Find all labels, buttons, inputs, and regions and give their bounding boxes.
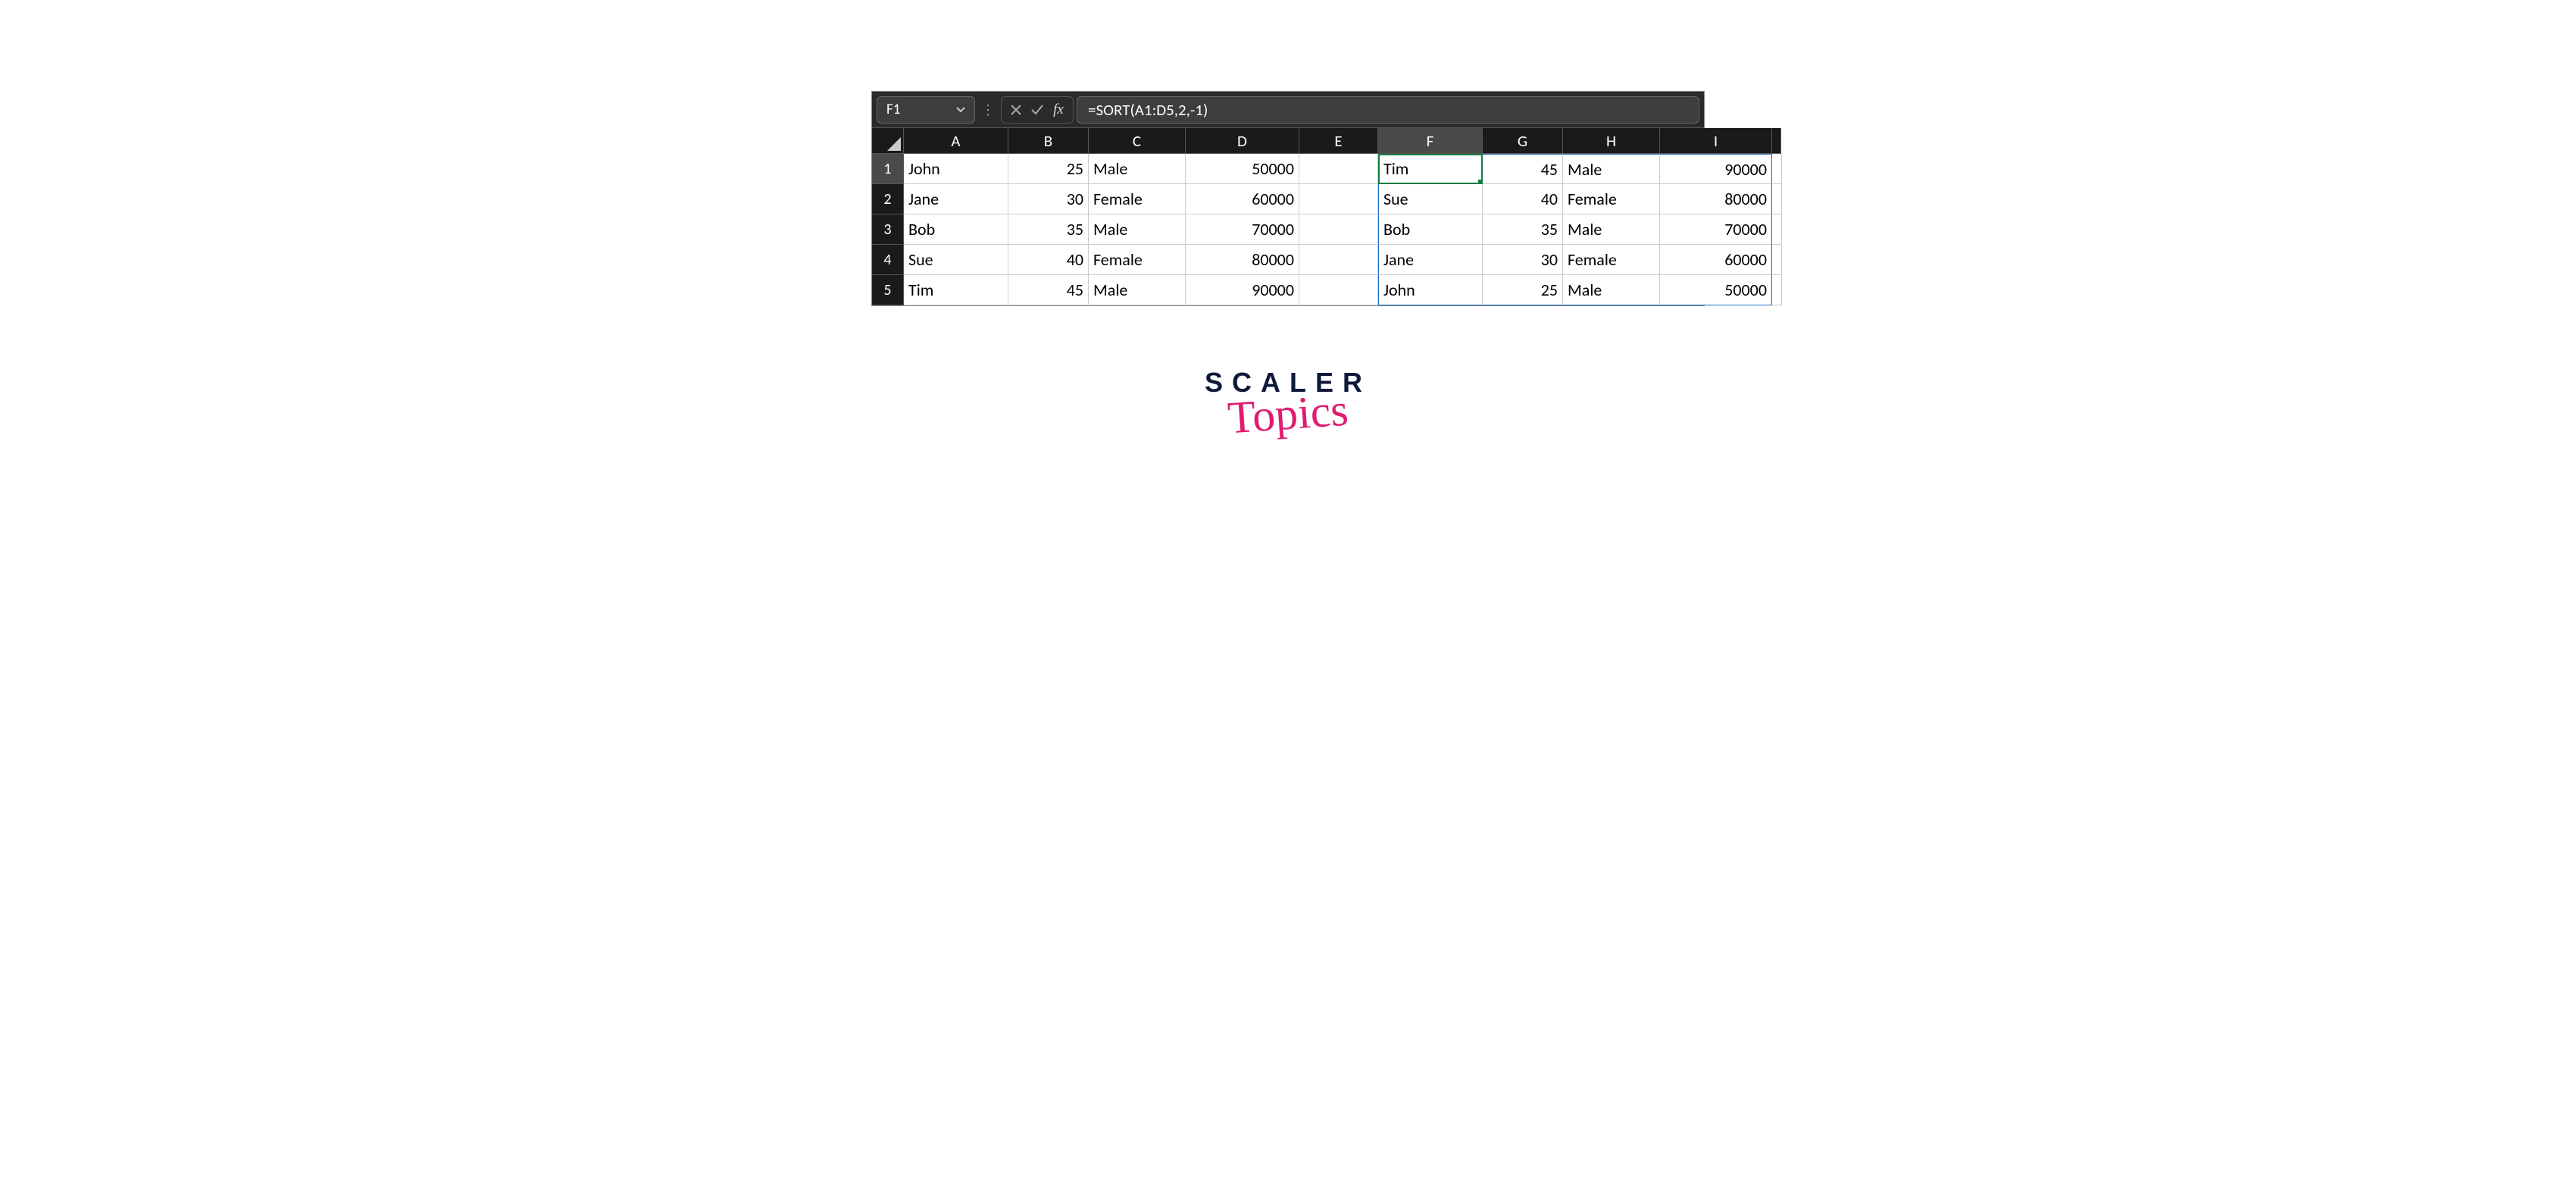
cell-E5[interactable] [1299,275,1378,305]
cell-H3[interactable]: Male [1563,214,1660,245]
cell-C4[interactable]: Female [1089,245,1186,275]
name-box-value: F1 [886,101,956,118]
col-header-extra [1772,128,1781,154]
cell-F4[interactable]: Jane [1378,245,1483,275]
cell-G2[interactable]: 40 [1483,184,1563,214]
cancel-icon[interactable] [1006,100,1026,120]
excel-window: F1 ⋮ fx =SORT(A1:D5,2,-1) A B C D E F G … [871,91,1705,306]
insert-function-icon[interactable]: fx [1049,100,1068,120]
cell-D2[interactable]: 60000 [1186,184,1299,214]
cell-C2[interactable]: Female [1089,184,1186,214]
cell-extra-3[interactable] [1772,214,1782,245]
cell-B3[interactable]: 35 [1008,214,1089,245]
cell-D4[interactable]: 80000 [1186,245,1299,275]
cell-I3[interactable]: 70000 [1660,214,1772,245]
brand-line2: Topics [1203,382,1373,446]
cell-G5[interactable]: 25 [1483,275,1563,305]
col-header-B[interactable]: B [1008,128,1089,154]
col-header-C[interactable]: C [1089,128,1186,154]
col-header-D[interactable]: D [1186,128,1299,154]
spreadsheet-grid[interactable]: A B C D E F G H I 1 John 25 Male 50000 T… [872,128,1704,305]
divider-icon: ⋮ [978,102,998,118]
cell-B5[interactable]: 45 [1008,275,1089,305]
col-header-E[interactable]: E [1299,128,1378,154]
formula-bar-buttons: fx [1001,96,1074,124]
cell-C1[interactable]: Male [1089,154,1186,184]
cell-G4[interactable]: 30 [1483,245,1563,275]
cell-extra-4[interactable] [1772,245,1782,275]
cell-I5[interactable]: 50000 [1660,275,1772,305]
formula-text: =SORT(A1:D5,2,-1) [1088,100,1208,120]
cell-F2[interactable]: Sue [1378,184,1483,214]
name-box[interactable]: F1 [877,96,975,124]
cell-D5[interactable]: 90000 [1186,275,1299,305]
cell-E1[interactable] [1299,154,1378,184]
cell-I1[interactable]: 90000 [1660,154,1772,184]
cell-F1[interactable]: Tim [1378,154,1483,184]
cell-C3[interactable]: Male [1089,214,1186,245]
row-header-1[interactable]: 1 [872,154,904,184]
cell-G1[interactable]: 45 [1483,154,1563,184]
cell-C5[interactable]: Male [1089,275,1186,305]
cell-B4[interactable]: 40 [1008,245,1089,275]
col-header-I[interactable]: I [1660,128,1772,154]
cell-A3[interactable]: Bob [904,214,1008,245]
cell-E4[interactable] [1299,245,1378,275]
cell-H1[interactable]: Male [1563,154,1660,184]
cell-G3[interactable]: 35 [1483,214,1563,245]
row-header-2[interactable]: 2 [872,184,904,214]
enter-icon[interactable] [1027,100,1047,120]
cell-B1[interactable]: 25 [1008,154,1089,184]
chevron-down-icon[interactable] [956,103,965,116]
cell-D3[interactable]: 70000 [1186,214,1299,245]
col-header-G[interactable]: G [1483,128,1563,154]
cell-H2[interactable]: Female [1563,184,1660,214]
row-header-5[interactable]: 5 [872,275,904,305]
formula-bar: F1 ⋮ fx =SORT(A1:D5,2,-1) [872,92,1704,128]
formula-input[interactable]: =SORT(A1:D5,2,-1) [1077,96,1699,124]
cell-A2[interactable]: Jane [904,184,1008,214]
cell-I2[interactable]: 80000 [1660,184,1772,214]
cell-B2[interactable]: 30 [1008,184,1089,214]
cell-extra-5[interactable] [1772,275,1782,305]
cell-E3[interactable] [1299,214,1378,245]
cell-H4[interactable]: Female [1563,245,1660,275]
cell-A5[interactable]: Tim [904,275,1008,305]
cell-F3[interactable]: Bob [1378,214,1483,245]
select-all-corner[interactable] [872,128,904,154]
col-header-H[interactable]: H [1563,128,1660,154]
cell-I4[interactable]: 60000 [1660,245,1772,275]
cell-F5[interactable]: John [1378,275,1483,305]
cell-A1[interactable]: John [904,154,1008,184]
cell-H5[interactable]: Male [1563,275,1660,305]
cell-D1[interactable]: 50000 [1186,154,1299,184]
cell-E2[interactable] [1299,184,1378,214]
row-header-4[interactable]: 4 [872,245,904,275]
col-header-A[interactable]: A [904,128,1008,154]
col-header-F[interactable]: F [1378,128,1483,154]
row-header-3[interactable]: 3 [872,214,904,245]
cell-extra-2[interactable] [1772,184,1782,214]
cell-extra-1[interactable] [1772,154,1782,184]
cell-A4[interactable]: Sue [904,245,1008,275]
branding-logo: SCALER Topics [1205,367,1371,440]
